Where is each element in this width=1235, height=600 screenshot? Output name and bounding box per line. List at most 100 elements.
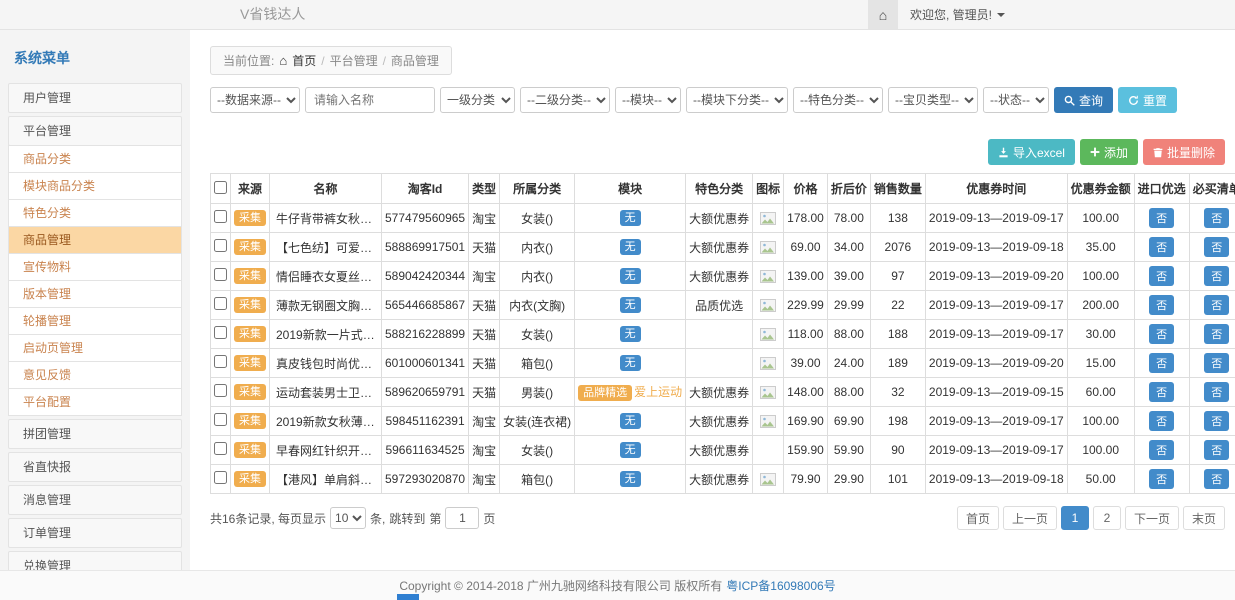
price: 148.00 bbox=[784, 378, 828, 407]
must-buy-toggle[interactable]: 否 bbox=[1204, 382, 1229, 402]
import-select-toggle[interactable]: 否 bbox=[1149, 382, 1174, 402]
source-badge: 采集 bbox=[234, 268, 266, 284]
sidebar-item-user-management[interactable]: 用户管理 bbox=[8, 83, 182, 113]
must-buy-toggle[interactable]: 否 bbox=[1204, 266, 1229, 286]
plus-icon bbox=[1090, 147, 1100, 157]
per-page-select[interactable]: 10 bbox=[330, 507, 366, 529]
coupon-amount: 50.00 bbox=[1067, 465, 1134, 494]
row-checkbox[interactable] bbox=[214, 326, 227, 339]
source-badge: 采集 bbox=[234, 442, 266, 458]
must-buy-toggle[interactable]: 否 bbox=[1204, 411, 1229, 431]
status-select[interactable]: --状态-- bbox=[983, 87, 1049, 113]
row-checkbox[interactable] bbox=[214, 384, 227, 397]
import-select-toggle[interactable]: 否 bbox=[1149, 324, 1174, 344]
price: 39.00 bbox=[784, 349, 828, 378]
sidebar-item-promo-material[interactable]: 宣传物料 bbox=[8, 253, 182, 281]
must-buy-toggle[interactable]: 否 bbox=[1204, 208, 1229, 228]
import-excel-button[interactable]: 导入excel bbox=[988, 139, 1075, 165]
coupon-time: 2019-09-13—2019-09-17 bbox=[925, 320, 1067, 349]
must-buy-toggle[interactable]: 否 bbox=[1204, 237, 1229, 257]
must-buy-toggle[interactable]: 否 bbox=[1204, 469, 1229, 489]
sidebar-item-featured-category[interactable]: 特色分类 bbox=[8, 199, 182, 227]
import-select-toggle[interactable]: 否 bbox=[1149, 353, 1174, 373]
breadcrumb-home-link[interactable]: 首页 bbox=[292, 52, 316, 69]
sidebar-item-message-management[interactable]: 消息管理 bbox=[8, 485, 182, 515]
sidebar-item-module-product-category[interactable]: 模块商品分类 bbox=[8, 172, 182, 200]
search-button[interactable]: 查询 bbox=[1054, 87, 1113, 113]
row-checkbox[interactable] bbox=[214, 268, 227, 281]
sidebar-item-feedback[interactable]: 意见反馈 bbox=[8, 361, 182, 389]
product-thumbnail-image bbox=[760, 270, 776, 283]
data-source-select[interactable]: --数据来源-- bbox=[210, 87, 300, 113]
name-input[interactable] bbox=[305, 87, 435, 113]
horizontal-scrollbar-thumb[interactable] bbox=[397, 594, 419, 600]
import-select-toggle[interactable]: 否 bbox=[1149, 469, 1174, 489]
coupon-amount: 100.00 bbox=[1067, 436, 1134, 465]
coupon-amount: 100.00 bbox=[1067, 204, 1134, 233]
level1-category-select[interactable]: 一级分类 bbox=[440, 87, 515, 113]
import-select-toggle[interactable]: 否 bbox=[1149, 237, 1174, 257]
sidebar-item-group-buy-management[interactable]: 拼团管理 bbox=[8, 419, 182, 449]
row-checkbox[interactable] bbox=[214, 355, 227, 368]
pager-page-2[interactable]: 2 bbox=[1093, 506, 1121, 530]
pager-prev[interactable]: 上一页 bbox=[1003, 506, 1057, 530]
must-buy-toggle[interactable]: 否 bbox=[1204, 353, 1229, 373]
sidebar-item-express-report[interactable]: 省直快报 bbox=[8, 452, 182, 482]
module-badge: 无 bbox=[620, 442, 641, 458]
pager-page-1[interactable]: 1 bbox=[1061, 506, 1089, 530]
user-menu[interactable]: 欢迎您, 管理员! bbox=[898, 0, 1017, 29]
import-select-toggle[interactable]: 否 bbox=[1149, 411, 1174, 431]
must-buy-toggle[interactable]: 否 bbox=[1204, 295, 1229, 315]
item-type-select[interactable]: --宝贝类型-- bbox=[888, 87, 978, 113]
icp-link[interactable]: 粤ICP备16098006号 bbox=[726, 577, 835, 594]
sidebar-item-platform-config[interactable]: 平台配置 bbox=[8, 388, 182, 416]
add-button-label: 添加 bbox=[1104, 144, 1128, 161]
pager-first[interactable]: 首页 bbox=[957, 506, 999, 530]
reset-button[interactable]: 重置 bbox=[1118, 87, 1177, 113]
sidebar-item-product-management[interactable]: 商品管理 bbox=[8, 226, 182, 254]
taoke-id: 565446685867 bbox=[382, 291, 469, 320]
level2-category-select[interactable]: --二级分类-- bbox=[520, 87, 610, 113]
product-category: 内衣() bbox=[500, 233, 575, 262]
goto-page-input[interactable] bbox=[445, 507, 479, 529]
select-all-checkbox[interactable] bbox=[214, 181, 227, 194]
product-thumbnail-image bbox=[760, 386, 776, 399]
row-checkbox[interactable] bbox=[214, 239, 227, 252]
sidebar-item-order-management[interactable]: 订单管理 bbox=[8, 518, 182, 548]
pagination-info: 共16条记录, 每页显示 10 条, 跳转到 第 页 bbox=[210, 507, 495, 529]
coupon-amount: 30.00 bbox=[1067, 320, 1134, 349]
import-select-toggle[interactable]: 否 bbox=[1149, 208, 1174, 228]
must-buy-toggle[interactable]: 否 bbox=[1204, 440, 1229, 460]
sidebar-item-exchange-management[interactable]: 兑换管理 bbox=[8, 551, 182, 570]
product-category: 女装(连衣裙) bbox=[500, 407, 575, 436]
import-select-toggle[interactable]: 否 bbox=[1149, 295, 1174, 315]
pager-next[interactable]: 下一页 bbox=[1125, 506, 1179, 530]
row-checkbox[interactable] bbox=[214, 442, 227, 455]
module-select[interactable]: --模块-- bbox=[615, 87, 681, 113]
module-subcategory-select[interactable]: --模块下分类-- bbox=[686, 87, 788, 113]
must-buy-toggle[interactable]: 否 bbox=[1204, 324, 1229, 344]
breadcrumb-separator: / bbox=[321, 54, 324, 68]
import-select-toggle[interactable]: 否 bbox=[1149, 440, 1174, 460]
breadcrumb-separator: / bbox=[383, 54, 386, 68]
filter-bar: --数据来源-- 一级分类--二级分类----模块----模块下分类----特色分… bbox=[210, 87, 1225, 113]
row-checkbox[interactable] bbox=[214, 471, 227, 484]
home-button[interactable]: ⌂ bbox=[868, 0, 898, 29]
sidebar-item-product-category[interactable]: 商品分类 bbox=[8, 145, 182, 173]
product-category: 男装() bbox=[500, 378, 575, 407]
featured-category-select[interactable]: --特色分类-- bbox=[793, 87, 883, 113]
batch-delete-button[interactable]: 批量删除 bbox=[1143, 139, 1225, 165]
row-checkbox[interactable] bbox=[214, 210, 227, 223]
sidebar-item-carousel-management[interactable]: 轮播管理 bbox=[8, 307, 182, 335]
module-badge: 无 bbox=[620, 413, 641, 429]
pager-last[interactable]: 末页 bbox=[1183, 506, 1225, 530]
sidebar-item-splash-page-management[interactable]: 启动页管理 bbox=[8, 334, 182, 362]
add-button[interactable]: 添加 bbox=[1080, 139, 1138, 165]
row-checkbox[interactable] bbox=[214, 297, 227, 310]
sidebar-item-version-management[interactable]: 版本管理 bbox=[8, 280, 182, 308]
sidebar-item-platform-management[interactable]: 平台管理 bbox=[8, 116, 182, 146]
import-select-toggle[interactable]: 否 bbox=[1149, 266, 1174, 286]
source-badge: 采集 bbox=[234, 239, 266, 255]
import-icon bbox=[998, 147, 1009, 158]
row-checkbox[interactable] bbox=[214, 413, 227, 426]
